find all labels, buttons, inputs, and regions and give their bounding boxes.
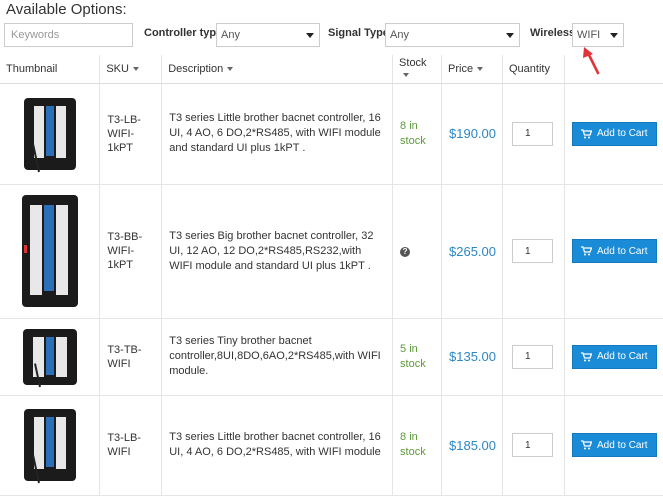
price-cell: $185.00 [441, 395, 503, 496]
quantity-input[interactable] [512, 239, 553, 263]
quantity-input[interactable] [512, 344, 553, 369]
description-cell: T3 series Little brother bacnet controll… [161, 395, 394, 496]
cart-icon [581, 246, 592, 256]
header-thumbnail: Thumbnail [0, 55, 101, 84]
thumbnail-cell [0, 318, 101, 396]
quantity-cell [502, 184, 565, 319]
thumbnail-cell [0, 83, 101, 185]
price-cell: $135.00 [441, 318, 503, 396]
stock-cell: ? [392, 184, 442, 319]
wireless-value: WIFI [577, 29, 601, 41]
sort-caret-icon [403, 72, 410, 77]
filter-bar: Controller type Any Signal Type Any Wire… [0, 22, 663, 50]
description-cell: T3 series Big brother bacnet controller,… [161, 184, 394, 319]
sku-cell: T3-TB-WIFI [99, 318, 163, 396]
cart-cell: Add to Cart [564, 184, 663, 319]
cart-icon [581, 351, 592, 361]
price-cell: $265.00 [441, 184, 503, 319]
product-thumbnail[interactable] [22, 328, 77, 387]
controller-type-select[interactable]: Any [216, 23, 320, 47]
signal-type-label: Signal Type [328, 27, 389, 39]
keywords-input[interactable] [4, 23, 133, 47]
add-to-cart-button[interactable]: Add to Cart [572, 121, 657, 146]
table-row: T3-TB-WIFI T3 series Tiny brother bacnet… [0, 318, 663, 396]
controller-type-label: Controller type [144, 27, 223, 39]
quantity-cell [502, 395, 565, 496]
sku-cell: T3-LB-WIFI [99, 395, 163, 496]
sort-caret-icon [132, 66, 139, 71]
product-thumbnail[interactable] [23, 97, 76, 172]
cart-cell: Add to Cart [564, 83, 663, 185]
table-header-row: Thumbnail SKU Description Stock Price Qu… [0, 55, 663, 84]
thumbnail-cell [0, 184, 101, 319]
product-table: Thumbnail SKU Description Stock Price Qu… [0, 55, 663, 496]
table-row: T3-BB-WIFI-1kPT T3 series Big brother ba… [0, 184, 663, 319]
header-price[interactable]: Price [441, 55, 503, 84]
sort-caret-icon [227, 66, 234, 71]
stock-cell: 8 in stock [392, 395, 442, 496]
cart-icon [581, 128, 592, 138]
page-title: Available Options: [6, 1, 127, 18]
cart-cell: Add to Cart [564, 318, 663, 396]
sku-cell: T3-BB-WIFI-1kPT [99, 184, 163, 319]
add-to-cart-button[interactable]: Add to Cart [572, 433, 657, 457]
wireless-label: Wireless [530, 27, 576, 39]
caret-down-icon [610, 33, 618, 38]
header-stock[interactable]: Stock [392, 55, 442, 84]
signal-type-select[interactable]: Any [385, 23, 520, 47]
table-row: T3-LB-WIFI T3 series Little brother bacn… [0, 395, 663, 496]
add-to-cart-button[interactable]: Add to Cart [572, 239, 657, 263]
quantity-cell [502, 318, 565, 396]
caret-down-icon [506, 33, 514, 38]
cart-cell: Add to Cart [564, 395, 663, 496]
add-to-cart-label: Add to Cart [597, 245, 648, 257]
add-to-cart-label: Add to Cart [597, 128, 648, 139]
quantity-cell [502, 83, 565, 185]
product-thumbnail[interactable] [23, 409, 76, 484]
wireless-select[interactable]: WIFI [572, 23, 624, 47]
header-description[interactable]: Description [161, 55, 394, 84]
cart-icon [581, 440, 592, 450]
controller-type-value: Any [221, 29, 240, 41]
add-to-cart-button[interactable]: Add to Cart [572, 344, 657, 369]
add-to-cart-label: Add to Cart [597, 439, 648, 451]
sku-cell: T3-LB-WIFI-1kPT [99, 83, 163, 185]
sort-caret-icon [477, 66, 484, 71]
description-cell: T3 series Tiny brother bacnet controller… [161, 318, 394, 396]
signal-type-value: Any [390, 29, 409, 41]
price-cell: $190.00 [441, 83, 503, 185]
caret-down-icon [306, 33, 314, 38]
product-thumbnail[interactable] [21, 195, 78, 307]
table-row: T3-LB-WIFI-1kPT T3 series Little brother… [0, 83, 663, 185]
add-to-cart-label: Add to Cart [597, 351, 648, 362]
description-cell: T3 series Little brother bacnet controll… [161, 83, 394, 185]
stock-cell: 5 in stock [392, 318, 442, 396]
quantity-input[interactable] [512, 121, 553, 146]
question-circle-icon[interactable]: ? [400, 246, 411, 257]
header-quantity: Quantity [502, 55, 565, 84]
thumbnail-cell [0, 395, 101, 496]
header-sku[interactable]: SKU [99, 55, 163, 84]
header-cart [564, 55, 663, 84]
quantity-input[interactable] [512, 433, 553, 457]
stock-cell: 8 in stock [392, 83, 442, 185]
